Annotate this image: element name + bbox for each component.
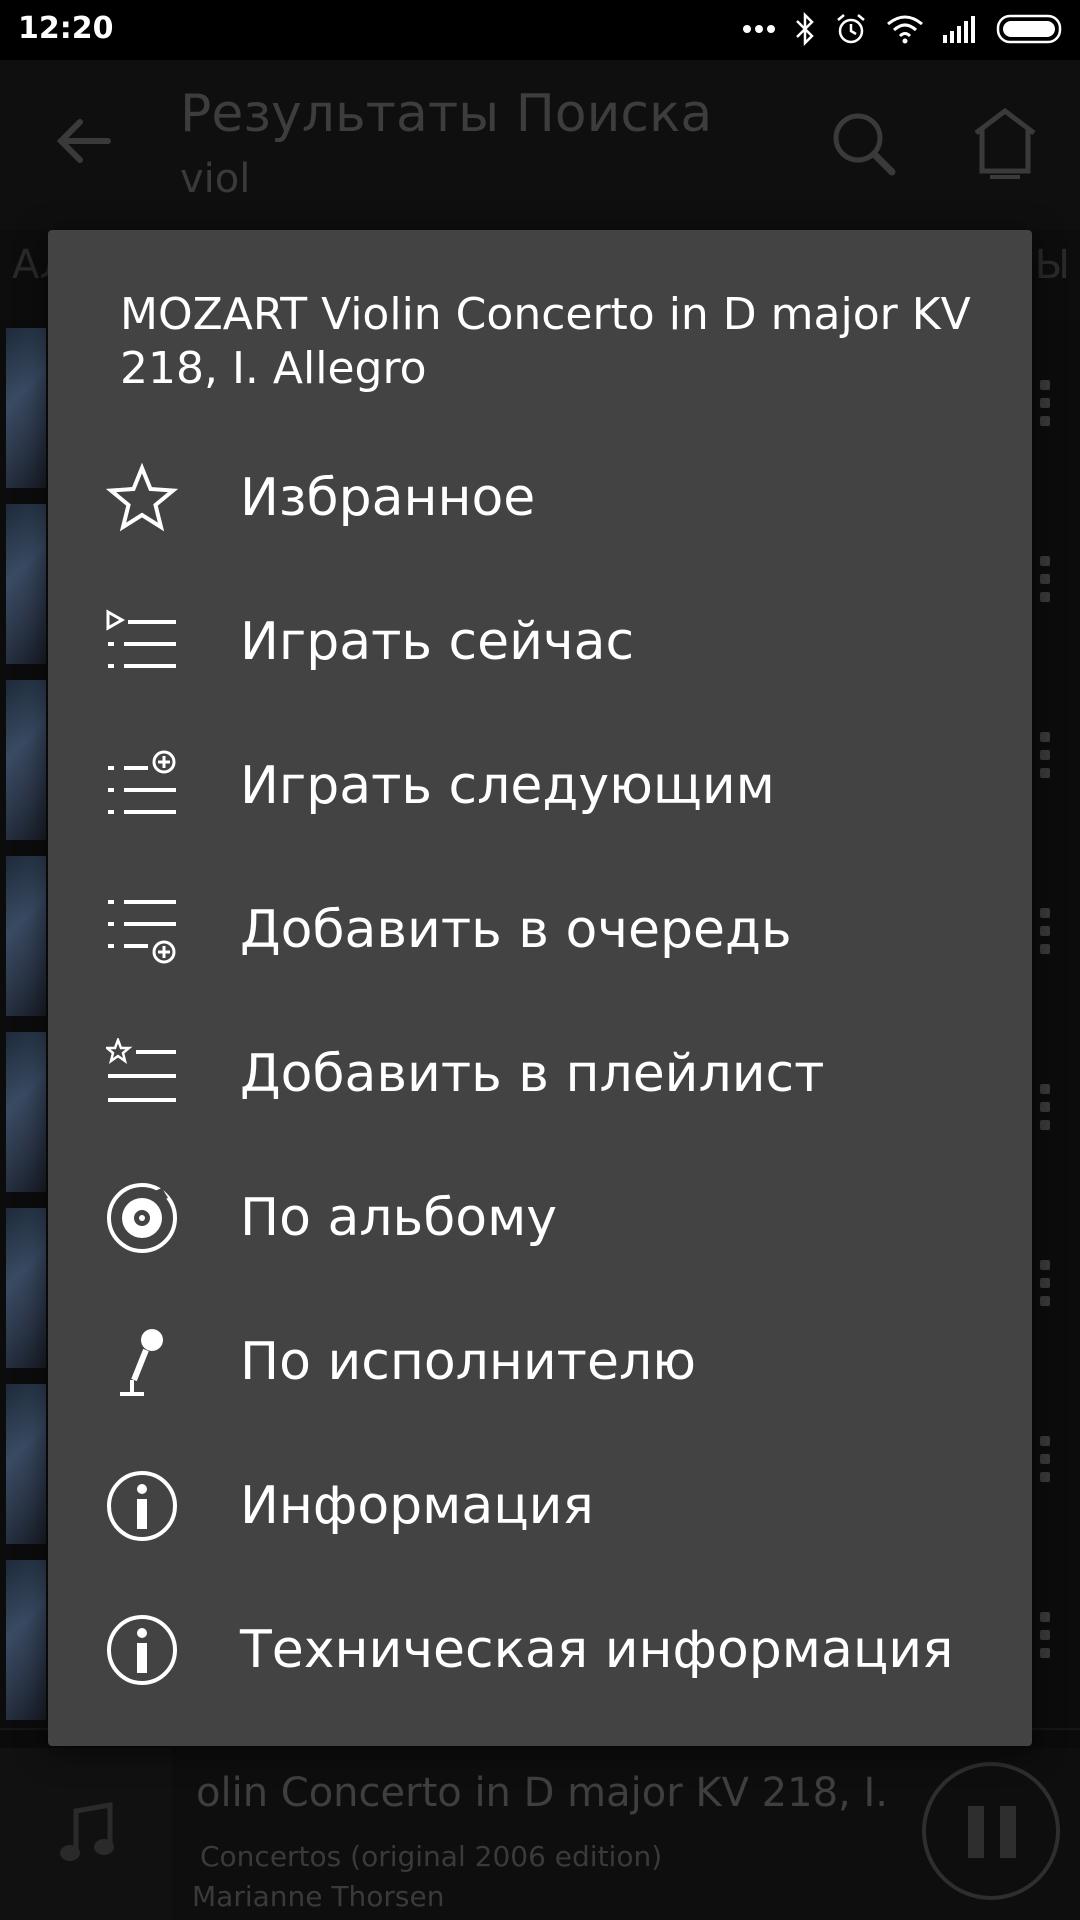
context-menu-dialog: MOZART Violin Concerto in D major KV 218… [48, 230, 1032, 1746]
alarm-icon [837, 14, 865, 44]
status-bar: 12:20 [0, 0, 1080, 60]
menu-item-label: Техническая информация [240, 1620, 954, 1680]
menu-item-label: Добавить в очередь [240, 900, 792, 960]
more-options-icon[interactable] [1040, 908, 1052, 962]
play-now-icon [106, 606, 178, 678]
app-bar: Результаты Поиска viol [0, 60, 1080, 230]
menu-item-play-next[interactable]: Играть следующим [48, 714, 1032, 858]
tab-other[interactable]: Ы [1035, 242, 1070, 288]
menu-item-label: По альбому [240, 1188, 558, 1248]
more-options-icon[interactable] [1040, 732, 1052, 786]
menu-item-by-album[interactable]: По альбому [48, 1146, 1032, 1290]
more-options-icon[interactable] [1040, 380, 1052, 434]
album-art [0, 1748, 172, 1920]
home-icon[interactable] [970, 105, 1040, 181]
artist-name: Marianne Thorsen [192, 1880, 445, 1913]
menu-item-label: Играть следующим [240, 756, 775, 816]
music-note-icon [60, 1802, 114, 1861]
star-icon [106, 462, 178, 534]
album-thumbnail [6, 1208, 46, 1368]
menu-item-technical-info[interactable]: Техническая информация [48, 1578, 1032, 1722]
add-to-queue-icon [106, 894, 178, 966]
menu-item-label: Информация [240, 1476, 594, 1536]
album-thumbnail [6, 1560, 46, 1720]
menu-item-label: Избранное [240, 468, 536, 528]
add-to-playlist-icon [106, 1038, 178, 1110]
status-icons [742, 12, 1066, 46]
menu-item-label: По исполнителю [240, 1332, 696, 1392]
menu-item-add-to-queue[interactable]: Добавить в очередь [48, 858, 1032, 1002]
menu-item-by-artist[interactable]: По исполнителю [48, 1290, 1032, 1434]
more-options-icon[interactable] [1040, 1436, 1052, 1490]
status-time: 12:20 [18, 11, 114, 46]
album-thumbnail [6, 328, 46, 488]
album-thumbnail [6, 504, 46, 664]
album-thumbnail [6, 856, 46, 1016]
info-icon [106, 1614, 178, 1686]
bluetooth-icon [796, 12, 814, 46]
menu-item-add-to-playlist[interactable]: Добавить в плейлист [48, 1002, 1032, 1146]
more-dots-icon [743, 25, 775, 33]
album-icon [106, 1182, 178, 1254]
search-icon[interactable] [830, 110, 900, 180]
wifi-icon [887, 15, 923, 44]
now-playing-bar[interactable]: olin Concerto in D major KV 218, I. A Co… [0, 1748, 1080, 1920]
menu-item-label: Играть сейчас [240, 612, 635, 672]
search-query: viol [180, 156, 251, 202]
menu-item-play-now[interactable]: Играть сейчас [48, 570, 1032, 714]
battery-icon [996, 14, 1062, 44]
album-thumbnail [6, 680, 46, 840]
album-thumbnail [6, 1032, 46, 1192]
back-arrow-icon[interactable] [56, 118, 112, 164]
album-name: Concertos (original 2006 edition) [200, 1840, 663, 1873]
play-next-icon [106, 750, 178, 822]
more-options-icon[interactable] [1040, 556, 1052, 610]
track-title: olin Concerto in D major KV 218, I. A [196, 1770, 896, 1816]
signal-icon [943, 16, 975, 43]
menu-item-label: Добавить в плейлист [240, 1044, 825, 1104]
more-options-icon[interactable] [1040, 1612, 1052, 1666]
more-options-icon[interactable] [1040, 1084, 1052, 1138]
album-thumbnail [6, 1384, 46, 1544]
page-title: Результаты Поиска [180, 84, 713, 144]
menu-item-favorite[interactable]: Избранное [48, 426, 1032, 570]
microphone-icon [106, 1326, 178, 1398]
info-icon [106, 1470, 178, 1542]
menu-item-info[interactable]: Информация [48, 1434, 1032, 1578]
dialog-title: MOZART Violin Concerto in D major KV 218… [120, 289, 971, 394]
context-menu: Избранное Играть сейчас Играть следующим… [48, 426, 1032, 1722]
more-options-icon[interactable] [1040, 1260, 1052, 1314]
pause-button[interactable] [922, 1762, 1060, 1900]
